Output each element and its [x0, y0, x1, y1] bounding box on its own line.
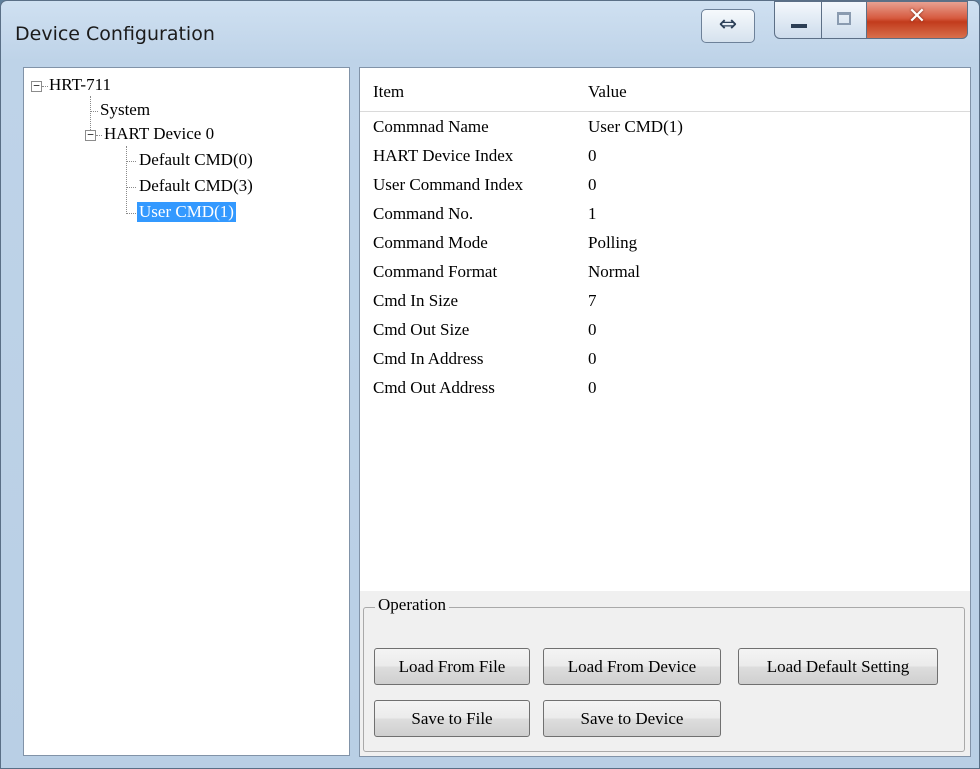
item-cell: Command Mode	[373, 233, 488, 252]
tree-node-hrt711[interactable]: HRT-711	[49, 75, 111, 95]
value-cell: 0	[588, 378, 597, 397]
load-from-file-button[interactable]: Load From File	[374, 648, 530, 685]
tree-node-hart-device-0[interactable]: HART Device 0	[104, 124, 214, 144]
close-button[interactable]: ✕	[866, 1, 968, 39]
operation-group: Operation Load From File Load From Devic…	[363, 595, 965, 752]
value-cell: 0	[588, 320, 597, 339]
tree-line	[126, 146, 127, 214]
tree-node-user-cmd-1[interactable]: User CMD(1)	[137, 202, 236, 222]
list-header: Item Value	[360, 68, 970, 112]
window-title: Device Configuration	[15, 23, 215, 45]
column-header-item[interactable]: Item	[373, 82, 404, 102]
item-cell: User Command Index	[373, 175, 524, 194]
list-row[interactable]: Cmd In Address 0	[360, 347, 970, 376]
caption-buttons: ✕	[774, 1, 968, 41]
title-bar[interactable]: Device Configuration ⇔ ✕	[1, 1, 979, 61]
tree-node-default-cmd-0[interactable]: Default CMD(0)	[139, 150, 253, 170]
tree-node-system[interactable]: System	[100, 100, 150, 120]
collapse-icon[interactable]: −	[85, 129, 96, 141]
value-cell: 0	[588, 349, 597, 368]
item-cell: Cmd Out Size	[373, 320, 470, 339]
save-to-file-button[interactable]: Save to File	[374, 700, 530, 737]
collapse-icon[interactable]: −	[31, 80, 42, 92]
list-row[interactable]: Command Format Normal	[360, 260, 970, 289]
list-row[interactable]: Cmd Out Size 0	[360, 318, 970, 347]
minimize-button[interactable]	[774, 1, 822, 39]
tree-line	[42, 86, 48, 87]
maximize-button[interactable]	[821, 1, 867, 39]
swap-icon[interactable]: ⇔	[701, 9, 755, 43]
value-cell: User CMD(1)	[588, 117, 683, 136]
item-cell: Command Format	[373, 262, 498, 281]
tree-line	[126, 161, 136, 162]
list-row[interactable]: Commnad Name User CMD(1)	[360, 115, 970, 144]
save-to-device-button[interactable]: Save to Device	[543, 700, 721, 737]
value-cell: 0	[588, 146, 597, 165]
load-from-device-button[interactable]: Load From Device	[543, 648, 721, 685]
tree-line	[90, 111, 98, 112]
list-row[interactable]: Cmd In Size 7	[360, 289, 970, 318]
value-cell: Normal	[588, 262, 640, 281]
operation-label: Operation	[375, 595, 449, 615]
maximize-icon	[837, 12, 851, 25]
list-row[interactable]: Command No. 1	[360, 202, 970, 231]
value-cell: 7	[588, 291, 597, 310]
tree-node-default-cmd-3[interactable]: Default CMD(3)	[139, 176, 253, 196]
tree-line	[96, 135, 102, 136]
list-row[interactable]: HART Device Index 0	[360, 144, 970, 173]
column-header-value[interactable]: Value	[588, 82, 627, 102]
tree-line	[126, 187, 136, 188]
item-cell: Commnad Name	[373, 117, 489, 136]
list-row[interactable]: User Command Index 0	[360, 173, 970, 202]
item-cell: Command No.	[373, 204, 474, 223]
value-cell: Polling	[588, 233, 638, 252]
value-cell: 1	[588, 204, 597, 223]
load-default-setting-button[interactable]: Load Default Setting	[738, 648, 938, 685]
tree-line	[126, 213, 136, 214]
item-cell: HART Device Index	[373, 146, 514, 165]
item-cell: Cmd Out Address	[373, 378, 495, 397]
list-row[interactable]: Cmd Out Address 0	[360, 376, 970, 405]
list-row[interactable]: Command Mode Polling	[360, 231, 970, 260]
swap-glyph: ⇔	[718, 12, 738, 37]
device-tree[interactable]: − HRT-711 System − HART Device 0 Default…	[23, 67, 350, 756]
item-cell: Cmd In Size	[373, 291, 458, 310]
properties-list[interactable]: Item Value Commnad Name User CMD(1) HART …	[360, 68, 970, 591]
item-cell: Cmd In Address	[373, 349, 484, 368]
close-icon: ✕	[907, 4, 927, 29]
value-cell: 0	[588, 175, 597, 194]
device-configuration-window: Device Configuration ⇔ ✕ − HRT-711 Syste…	[0, 0, 980, 769]
minimize-icon	[791, 24, 807, 28]
properties-panel: Item Value Commnad Name User CMD(1) HART …	[359, 67, 971, 757]
